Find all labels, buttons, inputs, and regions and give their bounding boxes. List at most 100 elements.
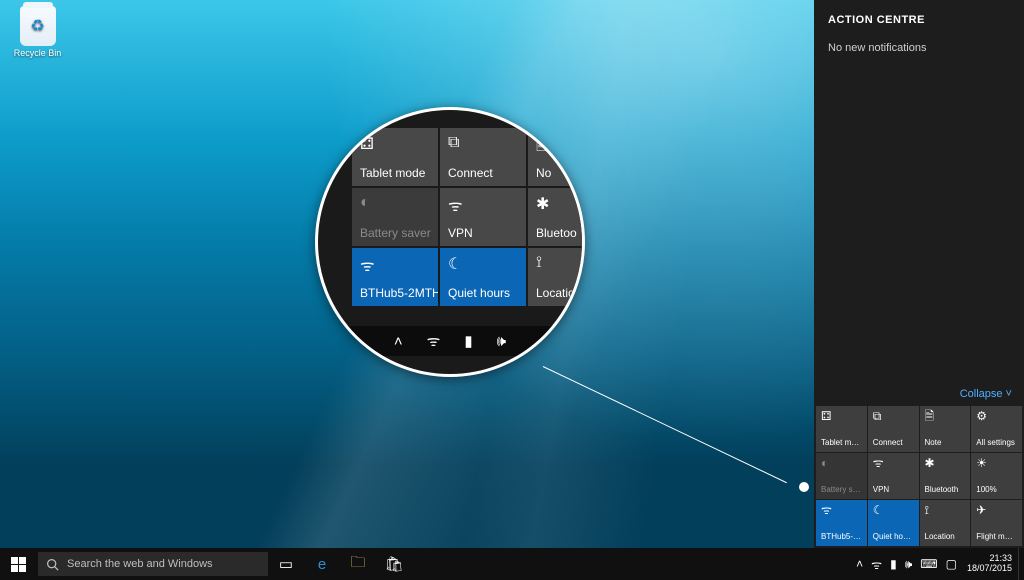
clock-date: 18/07/2015 (967, 564, 1012, 574)
no-notifications-text: No new notifications (814, 36, 1024, 60)
action-centre-title: ACTION CENTRE (814, 0, 1024, 36)
mag-tile-8[interactable]: ⟟ Locatio (528, 248, 585, 306)
tile-label: No (536, 166, 580, 180)
tile-icon: 🗎 (925, 410, 966, 424)
quick-tile-location[interactable]: ⟟ Location (920, 500, 971, 546)
mag-tile-4[interactable]: ᯤVPN (440, 188, 526, 246)
tile-label: Battery saver (360, 226, 430, 240)
tile-label: BTHub5-2MTH (360, 286, 430, 300)
tile-label: All settings (976, 439, 1017, 448)
quick-tile-bthub5-2mth[interactable]: ᯤ BTHub5-2MTH (816, 500, 867, 546)
task-view-icon: ▭ (278, 556, 294, 572)
start-button[interactable] (0, 548, 36, 580)
tile-icon: ☀ (976, 457, 1017, 471)
tile-icon: ⚃ (821, 410, 862, 424)
quick-tile-quiet-hours[interactable]: ☾ Quiet hours (868, 500, 919, 546)
magnifier-callout: ⚃Tablet mode⧉Connect 🗎 No ◐ Battery saver ᯤVP… (315, 107, 585, 377)
tile-label: Quiet hours (873, 533, 914, 542)
mag-tile-6[interactable]: ᯤ BTHub5-2MTH (352, 248, 438, 306)
tile-icon: ◐ (360, 194, 430, 212)
tile-icon: ⟟ (925, 504, 966, 518)
folder-icon: 🗀 (350, 556, 366, 572)
system-tray: ˄ ᯤ ▮ 🕪 ⌨ ▢ (856, 556, 961, 573)
tile-label: Flight mode (976, 533, 1017, 542)
action-centre-panel: ACTION CENTRE No new notifications Colla… (814, 0, 1024, 548)
tray-volume-icon[interactable]: 🕪 (905, 557, 913, 572)
tile-label: Note (925, 439, 966, 448)
tile-label: Locatio (536, 286, 580, 300)
tray-wifi-icon[interactable]: ᯤ (427, 331, 441, 351)
quick-tile-flight-mode[interactable]: ✈ Flight mode (971, 500, 1022, 546)
task-view-button[interactable]: ▭ (268, 548, 304, 580)
mag-tile-5[interactable]: ✱ Bluetoo (528, 188, 585, 246)
quick-tile-all-settings[interactable]: ⚙ All settings (971, 406, 1022, 452)
edge-button[interactable]: e (304, 548, 340, 580)
recycle-bin-label: Recycle Bin (10, 48, 65, 58)
mag-tile-3[interactable]: ◐ Battery saver (352, 188, 438, 246)
mag-tile-2[interactable]: 🗎 No (528, 128, 585, 186)
tile-icon: ✱ (925, 457, 966, 471)
mag-tile-1[interactable]: ⧉Connect (440, 128, 526, 186)
quick-tile-bluetooth[interactable]: ✱ Bluetooth (920, 453, 971, 499)
magnified-systray: ˄ ᯤ ▮ 🕪 (318, 326, 582, 356)
quick-tile-connect[interactable]: ⧉ Connect (868, 406, 919, 452)
quick-tile-vpn[interactable]: ᯤ VPN (868, 453, 919, 499)
tray-notification-icon[interactable]: ▢ (946, 557, 957, 571)
file-explorer-button[interactable]: 🗀 (340, 548, 376, 580)
tile-label: Connect (873, 439, 914, 448)
quick-action-tiles: ⚃ Tablet mode ⧉ Connect 🗎 Note ⚙ All settings ◐ B… (814, 406, 1024, 548)
quick-tile-100-[interactable]: ☀ 100% (971, 453, 1022, 499)
quick-tile-tablet-mode[interactable]: ⚃ Tablet mode (816, 406, 867, 452)
mag-tile-0[interactable]: ⚃Tablet mode (352, 128, 438, 186)
quick-tile-note[interactable]: 🗎 Note (920, 406, 971, 452)
tile-label: Quiet hours (448, 286, 518, 300)
windows-logo-icon (11, 557, 26, 572)
tray-chevron-icon[interactable]: ˄ (856, 557, 863, 571)
tray-chevron-icon[interactable]: ˄ (394, 333, 403, 350)
magnified-tiles: ⚃Tablet mode⧉Connect 🗎 No ◐ Battery saver ᯤVP… (352, 128, 585, 306)
tile-icon: ◐ (821, 457, 862, 471)
search-box[interactable]: Search the web and Windows (38, 552, 268, 576)
store-icon: 🛍 (386, 556, 402, 572)
collapse-link[interactable]: Collapse ˅ (814, 382, 1024, 406)
taskbar: Search the web and Windows ▭ e 🗀 🛍 ˄ ᯤ ▮… (0, 548, 1024, 580)
tile-icon: ✈ (976, 504, 1017, 518)
tile-label: 100% (976, 486, 1017, 495)
tile-label: Bluetoo (536, 226, 580, 240)
tile-label: BTHub5-2MTH (821, 533, 862, 542)
mag-tile-7[interactable]: ☾ Quiet hours (440, 248, 526, 306)
tile-icon: ⚃ (360, 134, 430, 152)
search-icon (46, 558, 59, 571)
tray-volume-icon[interactable]: 🕪 (497, 333, 506, 350)
tile-icon: 🗎 (536, 134, 580, 152)
taskbar-clock[interactable]: 21:33 18/07/2015 (961, 554, 1018, 574)
tile-icon: ☾ (873, 504, 914, 518)
recycle-bin[interactable]: Recycle Bin (10, 6, 65, 58)
tile-label: VPN (873, 486, 914, 495)
recycle-bin-icon (20, 6, 56, 46)
store-button[interactable]: 🛍 (376, 548, 412, 580)
tile-icon: ✱ (536, 194, 580, 212)
tile-label: Bluetooth (925, 486, 966, 495)
edge-icon: e (314, 556, 330, 572)
tile-label: Location (925, 533, 966, 542)
tile-icon: ᯤ (448, 194, 518, 212)
tile-label: Battery saver (821, 486, 862, 495)
show-desktop-button[interactable] (1018, 548, 1024, 580)
tile-label: Connect (448, 166, 518, 180)
callout-dot (799, 482, 809, 492)
quick-tile-battery-saver[interactable]: ◐ Battery saver (816, 453, 867, 499)
tray-wifi-icon[interactable]: ᯤ (871, 556, 882, 573)
tile-icon: ᯤ (821, 504, 862, 518)
tile-icon: ᯤ (360, 254, 430, 272)
tray-battery-icon[interactable]: ▮ (890, 557, 897, 571)
search-placeholder: Search the web and Windows (67, 558, 213, 570)
tile-icon: ⟟ (536, 254, 580, 272)
tray-battery-icon[interactable]: ▮ (464, 332, 472, 350)
tile-icon: ☾ (448, 254, 518, 272)
tile-icon: ⧉ (873, 410, 914, 424)
tile-label: Tablet mode (821, 439, 862, 448)
tray-keyboard-icon[interactable]: ⌨ (920, 557, 937, 571)
tile-icon: ᯤ (873, 457, 914, 471)
tile-icon: ⚙ (976, 410, 1017, 424)
